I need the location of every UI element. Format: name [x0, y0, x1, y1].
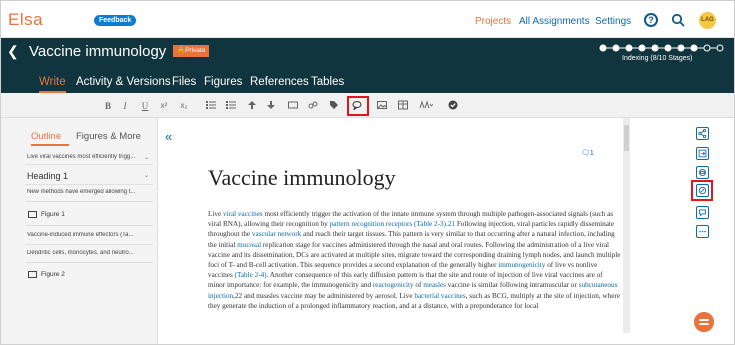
image-icon[interactable] [377, 100, 387, 110]
tab-write[interactable]: Write [39, 76, 66, 88]
outline-item[interactable]: Live viral vaccines most efficiently tri… [27, 154, 151, 160]
tab-activity-versions[interactable]: Activity & Versions [76, 76, 171, 88]
document-title: Vaccine immunology [29, 43, 167, 60]
indexing-status: Indexing (8/10 Stages) [622, 55, 693, 62]
stage-dot-pending [703, 44, 711, 52]
outline-figure-label: Figure 1 [41, 211, 65, 219]
stage-dot-complete [651, 44, 659, 52]
tab-outline[interactable]: Outline [31, 131, 61, 142]
outline-item[interactable]: Vaccine-induced immune effectors (Ta... [27, 232, 151, 238]
comment-count[interactable]: 🗨1 [581, 149, 594, 157]
underline-button[interactable]: U [138, 101, 152, 111]
chevron-down-icon[interactable]: ⌄ [144, 172, 149, 179]
tab-references[interactable]: References [250, 76, 309, 88]
image-icon [28, 271, 37, 278]
divider [25, 225, 153, 226]
outline-tab-indicator [31, 144, 69, 146]
print-icon[interactable] [696, 166, 709, 179]
check-circle-icon[interactable] [448, 100, 458, 110]
term-link[interactable]: measles [423, 281, 446, 289]
search-icon[interactable] [671, 13, 685, 27]
chevron-down-icon[interactable]: ⌄ [144, 154, 149, 161]
nav-projects[interactable]: Projects [475, 16, 511, 27]
outline-item[interactable]: New methods have emerged allowing t... [27, 189, 151, 195]
table-reference-link[interactable]: (Table 2-3).21 [414, 220, 455, 228]
tab-tables[interactable]: Tables [311, 76, 344, 88]
outline-figure-label: Figure 2 [41, 271, 65, 279]
stage-dot-complete [690, 44, 698, 52]
term-link[interactable]: mucosal [237, 241, 261, 249]
text-run: ,22 and measles vaccine may be administe… [233, 291, 415, 300]
tab-figures[interactable]: Figures [204, 76, 242, 88]
outline-figure-2[interactable]: Figure 2 [28, 271, 65, 278]
divider [25, 244, 153, 245]
outline-figure-1[interactable]: Figure 1 [28, 211, 65, 218]
outline-heading[interactable]: Heading 1 [27, 171, 68, 181]
app-window: Elsa Feedback Projects All Assignments S… [0, 0, 735, 345]
term-link[interactable]: pattern recognition receptors [330, 220, 413, 228]
document-paragraph[interactable]: Live viral vaccines most efficiently tri… [208, 209, 621, 311]
tab-files[interactable]: Files [172, 76, 196, 88]
bold-button[interactable]: B [101, 101, 115, 111]
special-character-dropdown-icon[interactable] [419, 100, 433, 110]
divider [25, 201, 153, 202]
outline-item[interactable]: Dendritic cells, monocytes, and neutro..… [27, 250, 151, 256]
comment-icon[interactable] [696, 206, 709, 219]
tag-icon[interactable] [329, 100, 339, 110]
text-run: vaccine is similar following intramuscul… [445, 281, 579, 290]
share-icon[interactable] [696, 127, 709, 140]
export-icon[interactable] [696, 147, 709, 160]
equation-icon[interactable] [288, 100, 298, 110]
table-reference-link[interactable]: (Table 2-4) [235, 271, 267, 279]
term-link[interactable]: bacterial vaccines [414, 292, 465, 300]
comment-button-highlight [347, 96, 369, 116]
indexing-stages-progress [599, 44, 724, 52]
chat-fab-icon[interactable] [694, 312, 714, 332]
tab-figures-more[interactable]: Figures & More [76, 131, 141, 142]
private-badge-label: Private [185, 47, 206, 54]
collapse-panel-icon[interactable]: « [165, 129, 172, 144]
nav-all-assignments[interactable]: All Assignments [519, 16, 590, 27]
numbered-list-icon[interactable] [226, 100, 236, 110]
stage-dot-complete [677, 44, 685, 52]
italic-button[interactable]: I [118, 101, 132, 111]
avatar[interactable]: LAG [699, 12, 716, 29]
stage-dot-complete [612, 44, 620, 52]
scrollbar-thumb[interactable] [624, 125, 629, 151]
feedback-badge[interactable]: Feedback [94, 15, 137, 26]
term-link[interactable]: reactogenicity [373, 281, 414, 289]
tag-button-highlight [691, 180, 713, 201]
text-run: Live [208, 210, 223, 218]
comment-count-value: 1 [589, 150, 594, 157]
help-icon[interactable]: ? [644, 13, 658, 27]
document-heading[interactable]: Vaccine immunology [208, 165, 396, 191]
table-icon[interactable] [398, 100, 408, 110]
stage-dot-complete [664, 44, 672, 52]
more-icon[interactable] [696, 225, 709, 238]
link-icon[interactable] [308, 100, 318, 110]
stage-dot-pending [716, 44, 724, 52]
nav-settings[interactable]: Settings [595, 16, 631, 27]
private-badge: 🔒Private [173, 45, 210, 57]
back-chevron-icon[interactable]: ❮ [7, 43, 19, 60]
term-link[interactable]: immunogenicity [498, 261, 545, 269]
text-run: of [413, 281, 424, 290]
subscript-button[interactable]: x₂ [177, 101, 191, 110]
arrow-up-icon[interactable] [247, 100, 257, 110]
stage-dot-complete [599, 44, 607, 52]
bulleted-list-icon[interactable] [206, 100, 216, 110]
stage-dot-complete [625, 44, 633, 52]
term-link[interactable]: viral vaccines [223, 210, 263, 218]
divider [25, 164, 153, 165]
divider [25, 262, 153, 263]
image-icon [28, 211, 37, 218]
term-link[interactable]: vascular network [252, 230, 301, 238]
divider [25, 184, 153, 185]
arrow-down-icon[interactable] [266, 100, 276, 110]
stage-dot-complete [638, 44, 646, 52]
app-logo[interactable]: Elsa [8, 10, 43, 30]
superscript-button[interactable]: x² [157, 101, 171, 110]
